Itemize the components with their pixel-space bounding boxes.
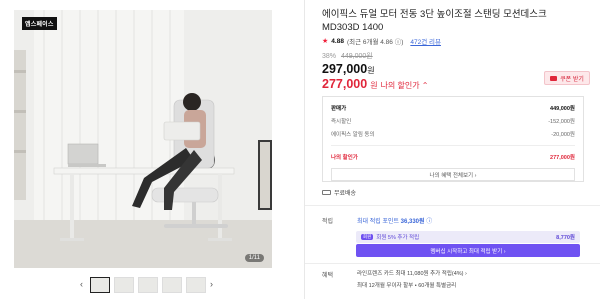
sale-price-value: 297,000 [322,62,368,76]
product-image-gallery[interactable]: 앱스페이스 1/11 [14,10,272,268]
points-label: 적립 [322,219,334,225]
member-value: 8,770원 [556,235,575,241]
membership-start-button[interactable]: 멤버십 시작하고 최대 적립 받기 › [356,244,580,257]
breakdown-label: 판매가 [331,106,347,112]
thumbnail-2[interactable] [114,277,134,293]
breakdown-row: 판매가 449,000원 [323,104,583,112]
coupon-icon [550,75,558,81]
points-value-row: 최대 적립 포인트 36,330원 ⓘ [357,216,432,225]
thumbnail-3[interactable] [138,277,158,293]
breakdown-row: 즉시할인 -152,000원 [323,117,583,125]
discount-percent: 38% [322,53,337,60]
installment-benefit: 최대 12개월 무이자 할부 • 60개월 특별금리 [357,283,457,289]
thumbnail-5[interactable] [186,277,206,293]
my-price-unit: 원 [370,81,378,90]
price-breakdown: 판매가 449,000원 즉시할인 -152,000원 에이픽스 알림 동의 -… [322,96,584,182]
thumbnail-strip [90,277,206,293]
rating-row: ★ 4.88 (최근 6개월 4.86 ⓘ) 472건 리뷰 [322,36,584,47]
coupon-label: 쿠폰 받기 [560,76,584,83]
next-image-button[interactable]: › [210,279,213,289]
member-tag: 회원 [361,234,374,240]
section-divider [305,205,600,206]
section-divider [305,263,600,264]
membership-bonus: 회원 회원 5% 추가 적립 8,770원 [356,231,580,243]
breakdown-total: 나의 할인가 277,000원 [323,153,583,161]
truck-icon [322,190,331,195]
product-page: 앱스페이스 1/11 ‹ › 에이픽스 듀얼 모터 전동 3단 높이조절 스탠딩… [0,0,600,299]
breakdown-value: 449,000원 [550,106,575,112]
card-benefit-link[interactable]: 라인프렌즈 카드 최대 11,080원 추가 적립(4%) › [357,269,467,277]
points-value: 36,330원 [400,219,425,225]
discount-row: 38% 449,000원 [322,51,584,61]
brand-badge: 앱스페이스 [22,17,57,30]
product-photo [14,10,272,268]
shipping-label: 무료배송 [334,191,357,197]
breakdown-label: 즉시할인 [331,119,352,125]
breakdown-divider [331,145,575,146]
member-text: 회원 5% 추가 적립 [376,235,420,241]
my-price-value: 277,000 [322,77,368,91]
prev-image-button[interactable]: ‹ [80,279,83,289]
coupon-button[interactable]: 쿠폰 받기 [544,71,590,85]
original-price: 449,000원 [340,53,373,60]
sale-price-unit: 원 [367,66,375,75]
benefits-label: 혜택 [322,273,334,279]
column-divider [304,0,305,299]
points-prefix: 최대 적립 포인트 [357,219,399,225]
shipping-info: 무료배송 [322,188,356,197]
image-counter: 1/11 [244,254,264,262]
thumbnail-4[interactable] [162,277,182,293]
breakdown-value: -20,000원 [551,132,575,138]
breakdown-row: 에이픽스 알림 동의 -20,000원 [323,130,583,138]
rating-note: (최근 6개월 4.86 ⓘ) [346,39,404,46]
info-icon[interactable]: ⓘ [426,219,432,225]
breakdown-value: 277,000원 [550,155,575,161]
product-title: 에이픽스 듀얼 모터 전동 3단 높이조절 스탠딩 모션데스크 MD303D 1… [322,9,547,33]
my-price-label: 나의 할인가 ⌃ [380,81,429,90]
breakdown-label: 나의 할인가 [331,155,358,161]
breakdown-label: 에이픽스 알림 동의 [331,132,375,138]
review-link[interactable]: 472건 리뷰 [410,36,441,46]
breakdown-value: -152,000원 [548,119,575,125]
thumbnail-1[interactable] [90,277,110,293]
view-all-benefits-button[interactable]: 나의 혜택 전체보기 › [331,168,575,181]
rating-value: 4.88 [331,37,344,45]
star-icon: ★ [322,38,329,45]
